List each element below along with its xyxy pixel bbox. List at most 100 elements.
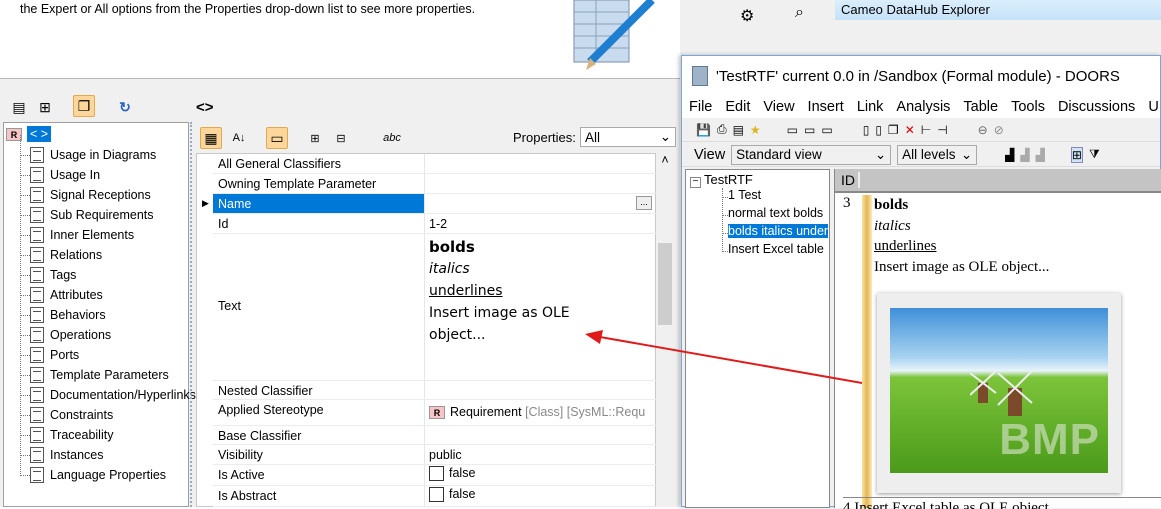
object-text[interactable]: bolds italics underlines Insert image as… bbox=[874, 195, 1049, 277]
property-row[interactable]: Is Active false bbox=[213, 465, 656, 486]
menu-item[interactable]: Tools bbox=[1011, 99, 1045, 115]
property-row[interactable]: Visibility public bbox=[213, 445, 656, 465]
add-level-icon[interactable]: ▟ bbox=[1005, 148, 1014, 162]
ole-image-object[interactable]: BMP bbox=[877, 293, 1121, 493]
column-icon[interactable]: ▭ bbox=[821, 123, 832, 137]
property-value[interactable]: public bbox=[429, 448, 462, 462]
scroll-up-icon[interactable]: ˄ bbox=[656, 153, 674, 173]
new-child-icon[interactable]: ▯ bbox=[875, 123, 882, 137]
tree-item[interactable]: 1 Test bbox=[728, 188, 828, 202]
outline-icon[interactable]: ⊞ bbox=[1070, 146, 1083, 163]
tree-item[interactable]: Relations bbox=[30, 245, 102, 265]
insert-column-right-icon[interactable]: ▭ bbox=[804, 123, 815, 137]
print-icon[interactable]: ⎙ bbox=[717, 122, 727, 137]
properties-icon[interactable]: ▤ bbox=[733, 123, 744, 137]
property-value[interactable]: false bbox=[429, 466, 475, 482]
delete-object-icon[interactable]: ✕ bbox=[905, 123, 915, 137]
tree-item[interactable]: Sub Requirements bbox=[30, 205, 154, 225]
menu-item[interactable]: Edit bbox=[725, 99, 750, 115]
tree-view-icon[interactable]: ⊞ bbox=[34, 96, 56, 118]
unlink-icon[interactable]: ⊘ bbox=[994, 123, 1004, 137]
property-row[interactable]: Owning Template Parameter bbox=[213, 174, 656, 194]
menu-item[interactable]: Insert bbox=[808, 99, 844, 115]
tree-item[interactable]: bolds italics underlines bbox=[728, 224, 828, 238]
table-view-icon[interactable]: ▤ bbox=[8, 96, 30, 118]
remove-level-icon[interactable]: ▟ bbox=[1036, 148, 1045, 162]
expand-all-icon[interactable]: ⊞ bbox=[304, 127, 326, 149]
new-object-icon[interactable]: ▯ bbox=[863, 123, 870, 137]
checkbox[interactable] bbox=[429, 466, 444, 482]
star-icon[interactable]: ★ bbox=[750, 123, 761, 137]
properties-scrollbar[interactable]: ˄ bbox=[656, 153, 674, 507]
promote-icon[interactable]: ⊢ bbox=[921, 123, 931, 137]
property-row[interactable]: Applied Stereotype R Requirement [Class] [… bbox=[213, 400, 656, 426]
tree-item[interactable]: Signal Receptions bbox=[30, 185, 151, 205]
save-icon[interactable]: 💾 bbox=[696, 123, 711, 137]
collapse-icon[interactable]: − bbox=[690, 177, 701, 188]
checkbox[interactable] bbox=[429, 487, 444, 503]
tree-item[interactable]: Usage in Diagrams bbox=[30, 145, 156, 165]
property-row[interactable]: Id 1-2 bbox=[213, 214, 656, 234]
tree-item[interactable]: Attributes bbox=[30, 285, 103, 305]
sort-az-icon[interactable]: A↓ bbox=[228, 127, 250, 149]
tree-root[interactable]: R < > bbox=[6, 126, 52, 142]
abc-icon[interactable]: abc bbox=[381, 127, 403, 149]
menu-item[interactable]: Analysis bbox=[896, 99, 950, 115]
demote-icon[interactable]: ⊣ bbox=[937, 123, 947, 137]
tree-item[interactable]: Ports bbox=[30, 345, 79, 365]
text-italic: italics bbox=[874, 217, 911, 234]
tree-item[interactable]: Constraints bbox=[30, 405, 113, 425]
document-icon bbox=[30, 467, 44, 483]
description-icon[interactable]: ▭ bbox=[266, 127, 288, 149]
copy-icon[interactable]: ❐ bbox=[73, 95, 95, 117]
tree-item[interactable]: Tags bbox=[30, 265, 76, 285]
edit-ellipsis-button[interactable]: ... bbox=[636, 196, 652, 210]
tree-item-label: Instances bbox=[50, 448, 104, 462]
property-row[interactable]: ▶ Name... bbox=[202, 194, 656, 214]
tree-item[interactable]: Instances bbox=[30, 445, 104, 465]
text-value[interactable]: bolds italics underlines Insert image as OL… bbox=[429, 236, 599, 346]
property-value[interactable]: false bbox=[429, 487, 475, 503]
menu-item[interactable]: View bbox=[763, 99, 794, 115]
scroll-thumb[interactable] bbox=[658, 243, 672, 325]
tree-item[interactable]: normal text bolds bbox=[728, 206, 828, 220]
splitter[interactable] bbox=[190, 122, 192, 507]
level-icon[interactable]: ▟ bbox=[1020, 148, 1029, 162]
copy-object-icon[interactable]: ❐ bbox=[888, 123, 899, 137]
tree-item[interactable]: Documentation/Hyperlinks bbox=[30, 385, 196, 405]
view-select[interactable]: Standard view ⌄ bbox=[731, 144, 892, 165]
tree-item[interactable]: Insert Excel table bbox=[728, 242, 828, 256]
tree-item[interactable]: Traceability bbox=[30, 425, 113, 445]
menu-item[interactable]: File bbox=[689, 99, 712, 115]
tree-root[interactable]: − TestRTF bbox=[690, 172, 753, 188]
filter-icon[interactable]: ⧩ bbox=[1089, 147, 1100, 162]
tree-item[interactable]: Inner Elements bbox=[30, 225, 134, 245]
menu-item[interactable]: Link bbox=[857, 99, 884, 115]
properties-filter-select[interactable]: All ⌄ bbox=[580, 127, 676, 147]
column-id-header[interactable]: ID bbox=[841, 172, 860, 188]
menu-item[interactable]: Discussions bbox=[1058, 99, 1135, 115]
tree-item[interactable]: Operations bbox=[30, 325, 111, 345]
property-row[interactable]: All General Classifiers bbox=[213, 154, 656, 174]
levels-select[interactable]: All levels ⌄ bbox=[897, 144, 978, 165]
menu-item[interactable]: U bbox=[1148, 99, 1158, 115]
tree-item[interactable]: Behaviors bbox=[30, 305, 106, 325]
next-object-row[interactable]: 4 Insert Excel table as OLE object bbox=[843, 497, 1161, 509]
property-row[interactable]: Text bolds italics underlines Insert image a… bbox=[213, 234, 656, 381]
categorized-icon[interactable]: ▦ bbox=[200, 127, 222, 149]
link-icon[interactable]: ⊖ bbox=[978, 123, 988, 137]
collapse-all-icon[interactable]: ⊟ bbox=[330, 127, 352, 149]
gear-icon[interactable]: ⚙ bbox=[740, 6, 754, 26]
tree-item[interactable]: Usage In bbox=[30, 165, 100, 185]
tree-item[interactable]: Template Parameters bbox=[30, 365, 169, 385]
tree-item[interactable]: Language Properties bbox=[30, 465, 166, 485]
property-value[interactable]: R Requirement [Class] [SysML::Requ bbox=[429, 405, 645, 420]
search-icon[interactable]: ⌕ bbox=[795, 4, 804, 22]
property-row[interactable]: Base Classifier bbox=[213, 426, 656, 445]
property-value[interactable]: 1-2 bbox=[429, 217, 447, 231]
menu-item[interactable]: Table bbox=[963, 99, 998, 115]
property-row[interactable]: Nested Classifier bbox=[213, 381, 656, 400]
refresh-icon[interactable]: ↻ bbox=[114, 96, 136, 118]
insert-column-icon[interactable]: ▭ bbox=[787, 123, 798, 137]
property-row[interactable]: Is Abstract false bbox=[213, 486, 656, 507]
